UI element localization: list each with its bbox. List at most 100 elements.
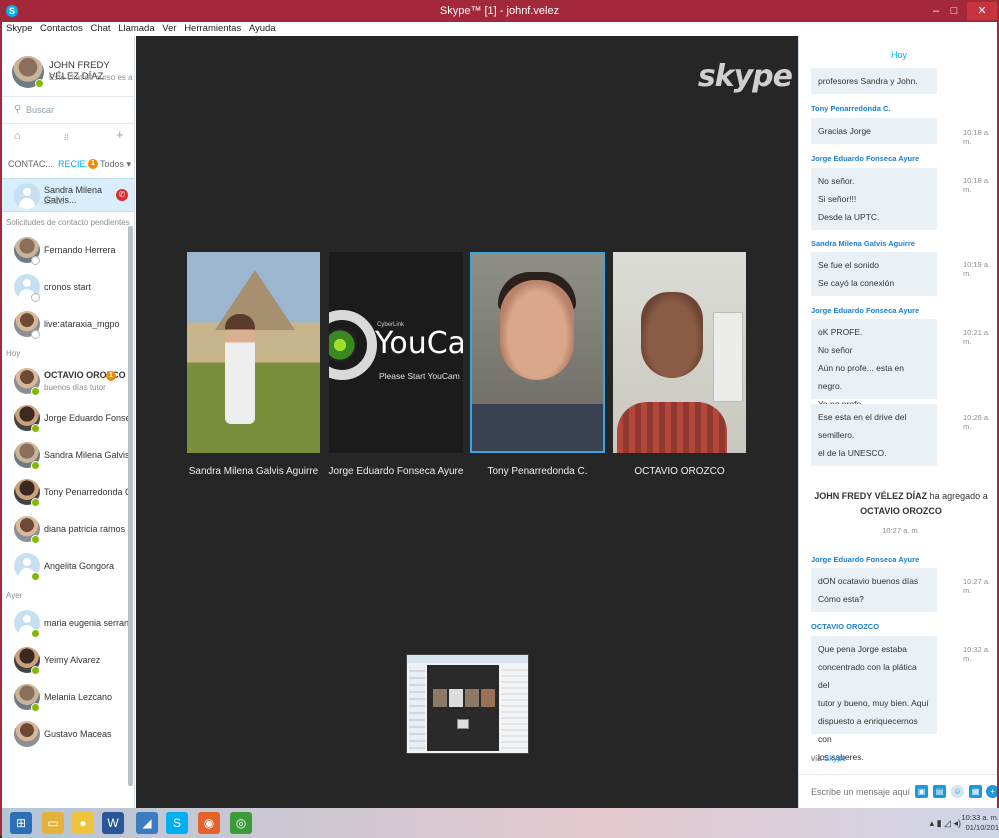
file-explorer-icon[interactable]: ▭ (42, 812, 64, 834)
menu-herramientas[interactable]: Herramientas (184, 22, 241, 36)
video-tile-jorge[interactable]: CyberLink YouCan Please Start YouCam (329, 252, 463, 453)
participant-name: Tony Penarredonda C. (487, 466, 588, 477)
participant-face (641, 292, 703, 378)
list-item[interactable]: maria eugenia serrano... (2, 605, 134, 642)
profile-mood[interactable]: Este chat de curso es atendi... (49, 73, 133, 82)
via-skype-link[interactable]: Skype (824, 754, 846, 763)
search-icon: ⚲ (14, 104, 22, 115)
list-item[interactable]: Gustavo Maceas (2, 716, 134, 753)
list-item[interactable]: diana patricia ramos al... (2, 511, 134, 548)
profile-header[interactable]: JOHN FREDY VÉLEZ DÍAZ Este chat de curso… (2, 36, 134, 96)
menu-contactos[interactable]: Contactos (40, 22, 83, 36)
chat-message[interactable]: Que pena Jorge estaba concentrado con la… (811, 636, 937, 762)
list-item[interactable]: live:ataraxia_mgpo (2, 306, 134, 343)
message-sender[interactable]: Sandra Milena Galvis Aguirre (811, 239, 915, 248)
online-status-icon (31, 572, 40, 581)
video-tile-sandra[interactable] (187, 252, 320, 453)
message-sender[interactable]: OCTAVIO OROZCO (811, 622, 879, 631)
firefox-icon[interactable]: ◉ (198, 812, 220, 834)
menu-chat[interactable]: Chat (90, 22, 110, 36)
chat-message[interactable]: dON ocatavio buenos días Cómo esta? (811, 568, 937, 612)
contact-name: OCTAVIO OROZCO (44, 370, 126, 380)
message-time: 10:26 a. m. (963, 413, 991, 431)
chrome-icon[interactable]: ◎ (230, 812, 252, 834)
message-line: dispuesto a enriquecernos con (818, 716, 918, 744)
message-line: el de la UNESCO. (818, 448, 887, 458)
menu-skype[interactable]: Skype (6, 22, 32, 36)
self-view-preview[interactable] (406, 654, 529, 754)
windows-start-icon[interactable]: ⊞ (10, 812, 32, 834)
list-item[interactable]: cronos start (2, 269, 134, 306)
list-item[interactable]: Jorge Eduardo Fonsec... (2, 400, 134, 437)
home-icon[interactable]: ⌂ (14, 130, 21, 142)
chat-message[interactable]: Ese esta en el drive del semillero. el d… (811, 404, 937, 466)
online-status-icon (31, 535, 40, 544)
couple-image (225, 314, 255, 424)
sticky-notes-icon[interactable]: ● (72, 812, 94, 834)
send-image-icon[interactable]: ▣ (915, 785, 928, 798)
maximize-button[interactable]: □ (941, 2, 967, 20)
send-file-icon[interactable]: ▤ (933, 785, 946, 798)
chat-message[interactable]: Gracias Jorge (811, 118, 937, 144)
more-options-icon[interactable]: + (986, 785, 997, 798)
message-sender[interactable]: Tony Penarredonda C. (811, 104, 890, 113)
message-line: tutor y bueno, muy bien. Aquí (818, 698, 929, 708)
system-actor[interactable]: JOHN FREDY VÉLEZ DÍAZ (814, 491, 927, 501)
search-input[interactable]: Buscar (26, 105, 54, 115)
search-bar[interactable]: ⚲ Buscar (2, 96, 134, 124)
chat-message[interactable]: Se fue el sonido Se cayó la conexión (811, 252, 937, 296)
chat-message[interactable]: oK PROFE. No señor Aún no profe... esta … (811, 319, 937, 409)
list-item[interactable]: OCTAVIO OROZCO buenos días tutor 1 (2, 363, 134, 400)
active-call-item[interactable]: Sandra Milena Galvis... 23:16 ✆ (2, 178, 134, 212)
recent-badge: 1 (88, 159, 98, 169)
system-target[interactable]: OCTAVIO OROZCO (860, 506, 942, 516)
sidebar-scrollbar[interactable] (128, 226, 133, 786)
list-item[interactable]: Yeimy Alvarez (2, 642, 134, 679)
dialpad-icon[interactable]: ⁞⁞ (64, 132, 69, 142)
word-icon[interactable]: W (102, 812, 124, 834)
message-sender[interactable]: Jorge Eduardo Fonseca Ayure (811, 555, 919, 564)
list-item[interactable]: Sandra Milena Galvis A... (2, 437, 134, 474)
message-line: No señor. (818, 176, 855, 186)
message-line: Se cayó la conexión (818, 278, 895, 288)
message-sender[interactable]: Jorge Eduardo Fonseca Ayure (811, 154, 919, 163)
contact-name: maria eugenia serrano... (44, 618, 130, 628)
video-tile-tony[interactable] (470, 252, 605, 453)
menu-ver[interactable]: Ver (162, 22, 176, 36)
contact-name: Jorge Eduardo Fonsec... (44, 413, 130, 423)
system-action: ha agregado a (927, 491, 988, 501)
add-contact-icon[interactable]: + (116, 127, 124, 142)
message-line: No señor (818, 345, 853, 355)
close-button[interactable]: ✕ (967, 2, 997, 20)
skype-taskbar-icon[interactable]: S (166, 812, 188, 834)
list-item[interactable]: Tony Penarredonda C. (2, 474, 134, 511)
list-item[interactable]: Melania Lezcano (2, 679, 134, 716)
system-tray-icons[interactable]: ▴ ▮ ◿ ◂) (930, 818, 961, 829)
list-item[interactable]: Fernando Herrera (2, 232, 134, 269)
emoticon-icon[interactable]: ☺ (951, 785, 964, 798)
tab-contacts[interactable]: CONTAC... (8, 159, 53, 169)
hang-up-icon[interactable]: ✆ (116, 189, 128, 201)
menu-ayuda[interactable]: Ayuda (249, 22, 276, 36)
list-item[interactable]: Angelita Gongora (2, 548, 134, 585)
contact-name: Gustavo Maceas (44, 729, 112, 739)
message-sender[interactable]: Jorge Eduardo Fonseca Ayure (811, 306, 919, 315)
app-icon[interactable]: ◢ (136, 812, 158, 834)
preview-sidebar (409, 665, 425, 751)
chat-day-label: Hoy (891, 50, 908, 60)
chat-message[interactable]: No señor. Si señor!!! Desde la UPTC. (811, 168, 937, 230)
send-contact-icon[interactable]: ▦ (969, 785, 982, 798)
filter-dropdown[interactable]: Todos ▾ (100, 159, 131, 170)
participant-shirt (472, 404, 603, 451)
chat-message[interactable]: profesores Sandra y John. (811, 68, 937, 94)
contact-name: Melania Lezcano (44, 692, 113, 702)
today-section-label: Hoy (6, 349, 21, 358)
message-time: 10:18 a. m. (963, 128, 991, 146)
window-title: Skype™ [1] - johnf.velez (439, 5, 560, 17)
taskbar-clock[interactable]: 10:33 a. m. 01/10/201 (961, 813, 999, 833)
message-compose[interactable]: Escribe un mensaje aquí ▣ ▤ ☺ ▦ + (799, 774, 997, 808)
video-tile-octavio[interactable] (613, 252, 746, 453)
message-input[interactable]: Escribe un mensaje aquí (811, 787, 910, 797)
menu-llamada[interactable]: Llamada (118, 22, 154, 36)
contact-name: Sandra Milena Galvis A... (44, 450, 130, 460)
